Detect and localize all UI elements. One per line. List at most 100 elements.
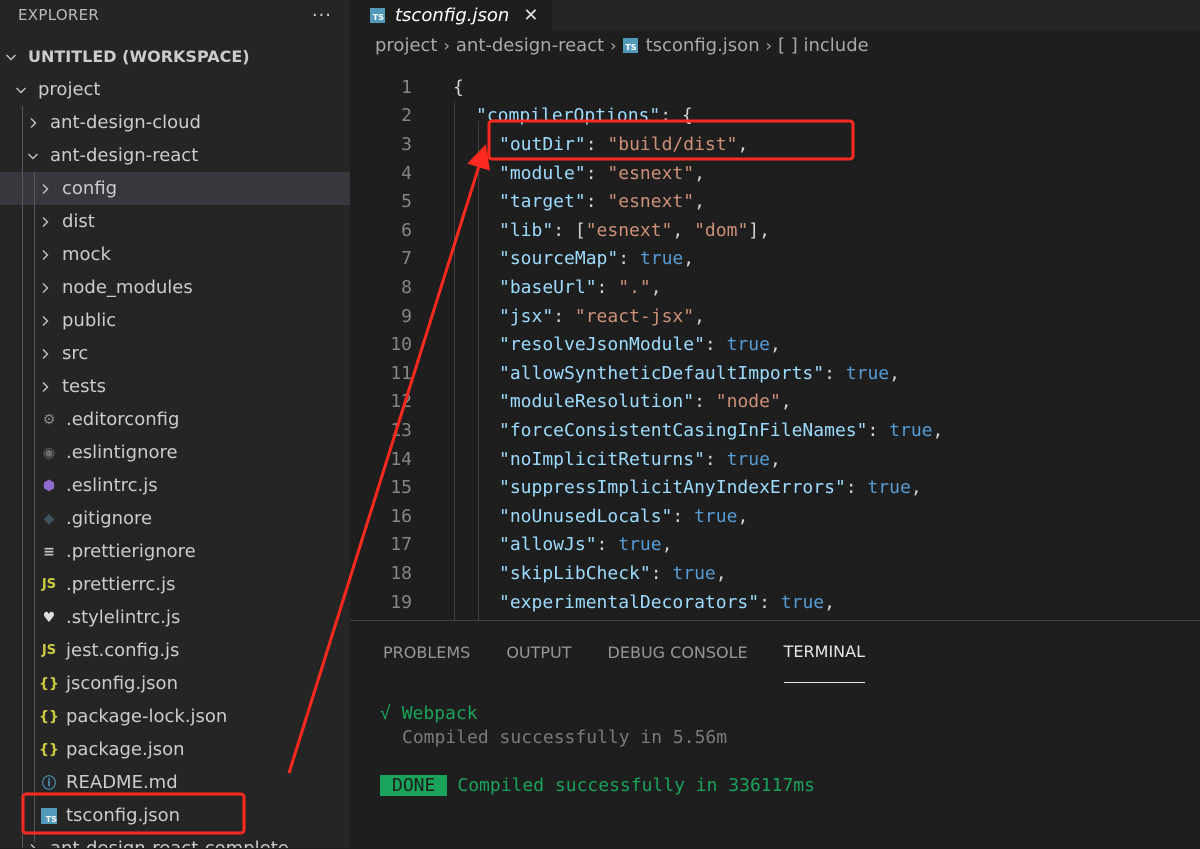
line-number: 16 bbox=[390, 505, 412, 527]
file-package-json[interactable]: {} package.json bbox=[0, 733, 350, 766]
line-number: 15 bbox=[390, 477, 412, 499]
file-eslintignore[interactable]: ◉ .eslintignore bbox=[0, 436, 350, 469]
close-icon[interactable]: ✕ bbox=[523, 5, 538, 26]
tab-output[interactable]: OUTPUT bbox=[506, 621, 571, 683]
editor-area: TS tsconfig.json ✕ project › ant-design-… bbox=[350, 0, 1200, 620]
webpack-label: Webpack bbox=[401, 703, 478, 724]
more-actions-icon[interactable]: ··· bbox=[312, 5, 332, 26]
file-readme-md[interactable]: ⓘ README.md bbox=[0, 766, 350, 799]
tree-item-label: UNTITLED (WORKSPACE) bbox=[28, 47, 250, 66]
code-token: : bbox=[596, 534, 619, 556]
chevron-right-icon bbox=[38, 282, 52, 294]
code-text: "noImplicitReturns": true, bbox=[499, 449, 781, 470]
code-token: "react-jsx" bbox=[574, 305, 695, 327]
code-line: 3 "outDir": "build/dist", bbox=[350, 130, 748, 159]
code-line: 17 "allowJs": true, bbox=[350, 531, 672, 560]
code-token: : bbox=[694, 391, 716, 413]
file-editorconfig[interactable]: ⚙ .editorconfig bbox=[0, 403, 350, 436]
file-prettierignore[interactable]: ≡ .prettierignore bbox=[0, 535, 350, 568]
folder-ant-design-react-complete[interactable]: ant-design-react-complete bbox=[0, 832, 350, 848]
folder-node-modules[interactable]: node_modules bbox=[0, 271, 350, 304]
code-token: true bbox=[726, 448, 770, 470]
bottom-panel: PROBLEMS OUTPUT DEBUG CONSOLE TERMINAL √… bbox=[350, 620, 1200, 849]
line-number: 19 bbox=[390, 591, 412, 613]
file-gitignore[interactable]: ◆ .gitignore bbox=[0, 502, 350, 535]
breadcrumb: project › ant-design-react › TS tsconfig… bbox=[350, 32, 1200, 58]
tab-problems[interactable]: PROBLEMS bbox=[383, 621, 470, 683]
code-token: "esnext" bbox=[585, 219, 673, 241]
code-line: 2 "compilerOptions": { bbox=[350, 102, 693, 131]
code-token: : bbox=[650, 562, 673, 584]
code-token: : bbox=[585, 162, 608, 184]
chevron-right-icon bbox=[38, 381, 52, 393]
code-token: , bbox=[889, 362, 900, 384]
folder-ant-design-react[interactable]: ant-design-react bbox=[0, 139, 350, 172]
code-token: , bbox=[780, 391, 792, 413]
folder-src[interactable]: src bbox=[0, 337, 350, 370]
folder-public[interactable]: public bbox=[0, 304, 350, 337]
breadcrumb-file[interactable]: tsconfig.json bbox=[646, 35, 760, 56]
circle-icon: ◉ bbox=[42, 444, 56, 461]
line-number: 4 bbox=[401, 162, 412, 184]
code-token: true bbox=[639, 248, 684, 270]
indent-guide bbox=[478, 121, 479, 620]
code-token: : bbox=[553, 305, 575, 327]
line-number: 5 bbox=[401, 191, 412, 213]
folder-ant-design-cloud[interactable]: ant-design-cloud bbox=[0, 106, 350, 139]
file-tsconfig-json[interactable]: TS tsconfig.json bbox=[0, 799, 350, 832]
file-prettierrc-js[interactable]: JS .prettierrc.js bbox=[0, 568, 350, 601]
tree-item-label: mock bbox=[62, 244, 111, 265]
code-line: 13 "forceConsistentCasingInFileNames": tr… bbox=[350, 416, 943, 445]
check-icon: √ bbox=[380, 703, 391, 724]
chevron-right-icon: › bbox=[443, 35, 450, 55]
breadcrumb-project[interactable]: project bbox=[375, 35, 437, 56]
chevron-right-icon bbox=[26, 117, 40, 129]
code-text: "noUnusedLocals": true, bbox=[499, 506, 748, 527]
code-token: : { bbox=[660, 105, 693, 127]
code-token: "compilerOptions" bbox=[476, 105, 661, 127]
tab-debug-console[interactable]: DEBUG CONSOLE bbox=[608, 621, 748, 683]
terminal-compiled-line: Compiled successfully in 5.56m bbox=[402, 727, 728, 748]
breadcrumb-symbol[interactable]: [ ] include bbox=[778, 35, 869, 56]
folder-project[interactable]: project bbox=[0, 73, 350, 106]
code-editor[interactable]: 1{2 "compilerOptions": {3 "outDir": "build… bbox=[350, 73, 1200, 620]
code-token: { bbox=[453, 76, 464, 98]
tree-item-label: public bbox=[62, 310, 117, 331]
tab-tsconfig[interactable]: TS tsconfig.json ✕ bbox=[350, 0, 553, 30]
indent-guide bbox=[454, 101, 455, 620]
done-badge: DONE bbox=[380, 775, 448, 796]
folder-config[interactable]: config bbox=[0, 172, 350, 205]
file-stylelintrc-js[interactable]: ♥ .stylelintrc.js bbox=[0, 601, 350, 634]
workspace-root[interactable]: UNTITLED (WORKSPACE) bbox=[0, 40, 350, 73]
panel-tabs: PROBLEMS OUTPUT DEBUG CONSOLE TERMINAL bbox=[350, 621, 1200, 683]
code-token: , bbox=[650, 276, 662, 298]
code-token: : [ bbox=[553, 219, 586, 241]
file-jsconfig-json[interactable]: {} jsconfig.json bbox=[0, 667, 350, 700]
breadcrumb-folder[interactable]: ant-design-react bbox=[456, 35, 604, 56]
info-icon: ⓘ bbox=[42, 775, 56, 792]
file-jest-config-js[interactable]: JS jest.config.js bbox=[0, 634, 350, 667]
file-eslintrc-js[interactable]: ⬢ .eslintrc.js bbox=[0, 469, 350, 502]
code-text: "target": "esnext", bbox=[499, 191, 705, 212]
tree-item-label: ant-design-react-complete bbox=[50, 838, 289, 848]
tab-terminal[interactable]: TERMINAL bbox=[783, 621, 866, 683]
code-token: "resolveJsonModule" bbox=[499, 334, 705, 356]
code-token: , bbox=[694, 305, 705, 327]
terminal-done-line: DONE Compiled successfully in 336117ms bbox=[380, 775, 815, 796]
folder-tests[interactable]: tests bbox=[0, 370, 350, 403]
folder-mock[interactable]: mock bbox=[0, 238, 350, 271]
tree-item-label: dist bbox=[62, 211, 95, 232]
tab-label: tsconfig.json bbox=[395, 4, 510, 26]
explorer-title: EXPLORER bbox=[18, 6, 100, 24]
code-token: , bbox=[694, 162, 705, 184]
code-line: 15 "suppressImplicitAnyIndexErrors": true… bbox=[350, 473, 921, 502]
file-package-lock-json[interactable]: {} package-lock.json bbox=[0, 700, 350, 733]
folder-dist[interactable]: dist bbox=[0, 205, 350, 238]
code-token: true bbox=[618, 534, 662, 556]
chevron-right-icon bbox=[30, 843, 36, 848]
tree-item-label: config bbox=[62, 178, 118, 199]
code-token: true bbox=[672, 562, 716, 584]
chevron-down-icon bbox=[4, 51, 18, 63]
code-token: "node" bbox=[715, 391, 781, 413]
code-text: "lib": ["esnext", "dom"], bbox=[499, 220, 770, 241]
